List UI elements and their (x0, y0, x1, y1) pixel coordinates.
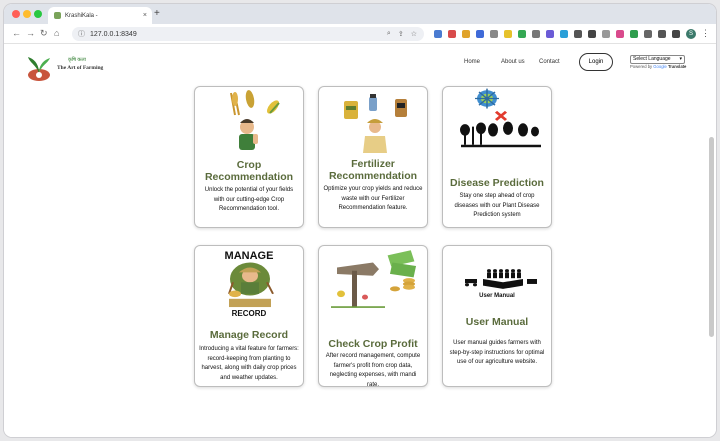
card-description: Unlock the potential of your fields with… (204, 187, 294, 212)
site-info-icon[interactable]: ⓘ (78, 29, 85, 39)
tab-strip: KrashiKala - × + (4, 4, 716, 24)
card-description: Introducing a vital feature for farmers:… (199, 346, 299, 381)
extension-icon[interactable] (560, 30, 568, 38)
page-scrollbar[interactable] (709, 137, 714, 337)
manage-record-art-top: MANAGE (224, 250, 274, 262)
share-icon[interactable]: ⇪ (398, 30, 404, 38)
browser-window: KrashiKala - × + ← → ↻ ⌂ ⓘ 127.0.0.1:834… (4, 4, 716, 437)
language-select-value: Select Language (633, 56, 671, 62)
extension-icon[interactable] (448, 30, 456, 38)
card-description: User manual guides farmers with step-by-… (449, 340, 545, 365)
card-title: Fertilizer Recommendation (328, 158, 418, 182)
card-check-crop-profit[interactable]: Check Crop Profit After record managemen… (318, 245, 428, 387)
language-select[interactable]: Select Language ▾ (630, 55, 685, 64)
card-description: After record management, compute farmer'… (325, 353, 421, 387)
page: कृषि कला The Art of Farming Home About u… (4, 45, 716, 437)
zoom-icon[interactable]: ⌕ (387, 30, 391, 38)
nav-contact[interactable]: Contact (539, 59, 560, 65)
signpost-money-illustration (331, 250, 417, 308)
plant-virus-illustration (460, 88, 541, 148)
card-title: Crop Recommendation (204, 159, 294, 183)
extension-icon[interactable] (546, 30, 554, 38)
nav-about[interactable]: About us (501, 59, 525, 65)
user-manual-art-caption: User Manual (479, 293, 515, 299)
close-window-button[interactable] (12, 10, 20, 18)
manage-record-art-bottom: RECORD (231, 309, 267, 318)
google-translate-credit: Powered by Google Translate (630, 64, 687, 69)
brand-hindi: कृषि कला (68, 57, 86, 63)
extension-icon[interactable] (434, 30, 442, 38)
user-manual-illustration (465, 269, 537, 289)
card-description: Optimize your crop yields and reduce was… (323, 186, 423, 211)
close-tab-icon[interactable]: × (143, 12, 147, 19)
nav-home[interactable]: Home (464, 59, 480, 65)
card-user-manual[interactable]: User Manual User Manual User manual guid… (442, 245, 552, 387)
browser-menu-icon[interactable]: ⋮ (701, 28, 710, 39)
new-tab-button[interactable]: + (154, 8, 160, 19)
login-button[interactable]: Login (579, 53, 613, 71)
card-description: Stay one step ahead of crop diseases wit… (454, 193, 540, 218)
card-crop-recommendation[interactable]: Crop Recommendation Unlock the potential… (194, 86, 304, 228)
card-manage-record[interactable]: MANAGE RECORD Manage Record Introducing … (194, 245, 304, 387)
puzzle-icon[interactable] (644, 30, 652, 38)
card-title: Disease Prediction (450, 177, 544, 189)
extension-icon[interactable] (630, 30, 638, 38)
favicon-icon (54, 12, 61, 19)
extension-icon[interactable] (616, 30, 624, 38)
extension-icon[interactable] (518, 30, 526, 38)
forward-icon[interactable]: → (26, 28, 35, 38)
card-disease-prediction[interactable]: Disease Prediction Stay one step ahead o… (442, 86, 552, 228)
extension-icon[interactable] (574, 30, 582, 38)
url-text[interactable]: 127.0.0.1:8349 (90, 31, 387, 38)
extension-icon[interactable] (602, 30, 610, 38)
browser-tab[interactable]: KrashiKala - × (48, 7, 152, 24)
tab-title: KrashiKala - (65, 12, 98, 19)
bookmark-star-icon[interactable]: ☆ (411, 30, 417, 38)
address-bar[interactable]: ⓘ 127.0.0.1:8349 ⌕ ⇪ ☆ (72, 27, 424, 41)
extension-icon[interactable] (490, 30, 498, 38)
card-title: User Manual (465, 316, 529, 328)
extension-icon[interactable] (476, 30, 484, 38)
sidebar-icon[interactable] (672, 30, 680, 38)
minimize-window-button[interactable] (23, 10, 31, 18)
brand-tagline: The Art of Farming (57, 65, 104, 71)
card-title: Check Crop Profit (328, 338, 418, 350)
profile-avatar[interactable]: S (686, 29, 696, 39)
logo[interactable] (24, 53, 54, 83)
home-icon[interactable]: ⌂ (54, 28, 59, 38)
extension-icon[interactable] (532, 30, 540, 38)
reload-icon[interactable]: ↻ (40, 28, 48, 39)
back-icon[interactable]: ← (12, 28, 21, 38)
farmer-thinking-illustration (230, 90, 280, 150)
card-fertilizer-recommendation[interactable]: Fertilizer Recommendation Optimize your … (318, 86, 428, 228)
extension-icon[interactable] (462, 30, 470, 38)
fertilizer-bags-illustration (344, 94, 407, 153)
extension-icon[interactable] (588, 30, 596, 38)
extension-icon[interactable] (504, 30, 512, 38)
chevron-down-icon: ▾ (679, 56, 682, 62)
maximize-window-button[interactable] (34, 10, 42, 18)
download-icon[interactable] (658, 30, 666, 38)
browser-toolbar: ← → ↻ ⌂ ⓘ 127.0.0.1:8349 ⌕ ⇪ ☆ S ⋮ (4, 24, 716, 44)
card-title: Manage Record (209, 329, 289, 341)
